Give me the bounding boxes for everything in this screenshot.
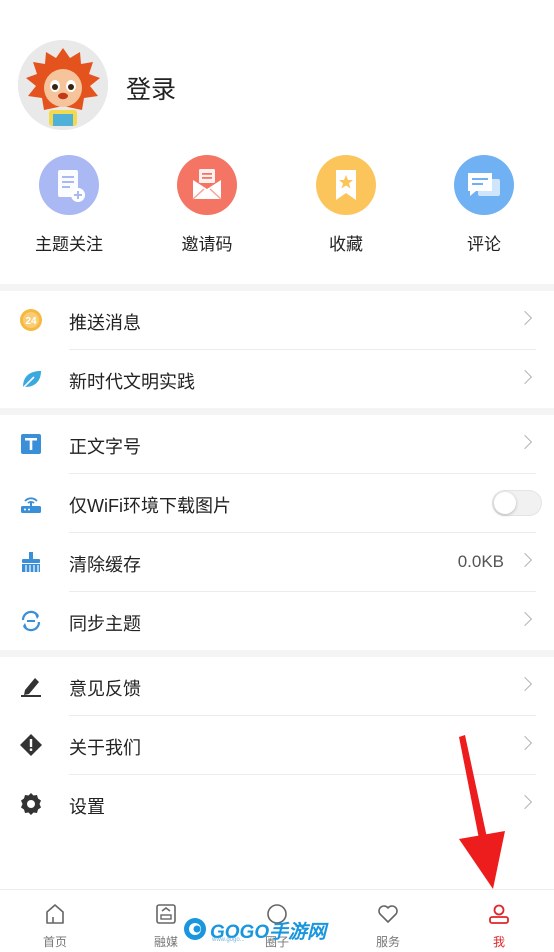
quick-action-label: 主题关注	[35, 235, 103, 254]
tab-services[interactable]: 服务	[333, 890, 443, 952]
heart-icon	[378, 905, 398, 923]
settings-row-wifi-images: 仅WiFi环境下载图片	[0, 474, 554, 533]
quick-action-favorites[interactable]: 收藏	[286, 155, 406, 255]
router-icon	[19, 491, 43, 515]
row-label: 关于我们	[69, 738, 141, 758]
section-divider	[0, 650, 554, 657]
bookmark-icon	[316, 155, 376, 215]
settings-row-feedback[interactable]: 意见反馈	[0, 657, 554, 716]
document-add-icon	[39, 155, 99, 215]
watermark-subtext: www.gogo...	[212, 937, 245, 943]
tab-me[interactable]: 我	[444, 890, 554, 952]
quick-actions: 主题关注 邀请码 收藏 评论	[0, 155, 554, 265]
settings-row-sync-theme[interactable]: 同步主题	[0, 592, 554, 651]
chevron-right-icon	[517, 369, 533, 385]
envelope-icon	[177, 155, 237, 215]
chevron-right-icon	[517, 552, 533, 568]
sync-icon	[19, 609, 43, 633]
quick-action-label: 邀请码	[181, 235, 233, 254]
row-label: 正文字号	[69, 437, 141, 457]
quick-action-topic-follow[interactable]: 主题关注	[9, 155, 129, 255]
row-label: 推送消息	[69, 313, 141, 333]
watermark-logo-icon	[184, 918, 206, 940]
section-divider	[0, 408, 554, 415]
svg-text:24: 24	[25, 316, 37, 327]
profile-header: 登录	[0, 0, 554, 140]
quick-action-label: 收藏	[329, 235, 363, 254]
leaf-icon	[19, 367, 43, 391]
lion-mascot-icon	[18, 40, 108, 130]
row-label: 新时代文明实践	[69, 372, 195, 392]
pencil-icon	[19, 674, 43, 698]
chevron-right-icon	[517, 434, 533, 450]
watermark: GOGO手游网 www.gogo...	[182, 916, 326, 944]
tab-label: 服务	[375, 935, 400, 949]
annotation-arrow-icon	[459, 735, 505, 889]
avatar[interactable]	[18, 40, 108, 130]
settings-row-clear-cache[interactable]: 清除缓存 0.0KB	[0, 533, 554, 592]
settings-row-civilization[interactable]: 新时代文明实践	[0, 350, 554, 409]
quick-action-label: 评论	[467, 235, 501, 254]
quick-action-comments[interactable]: 评论	[424, 155, 544, 255]
chevron-right-icon	[517, 611, 533, 627]
chevron-right-icon	[517, 794, 533, 810]
row-label: 设置	[69, 797, 105, 817]
settings-row-font-size[interactable]: 正文字号	[0, 415, 554, 474]
chevron-right-icon	[517, 310, 533, 326]
section-divider	[0, 284, 554, 291]
toggle-knob	[494, 492, 516, 514]
quick-action-invite-code[interactable]: 邀请码	[147, 155, 267, 255]
clock-24-icon: 24	[19, 308, 43, 332]
info-diamond-icon	[19, 733, 43, 757]
chevron-right-icon	[517, 676, 533, 692]
settings-row-push-messages[interactable]: 24 推送消息	[0, 291, 554, 350]
gear-icon	[19, 792, 43, 816]
tab-home[interactable]: 首页	[0, 890, 110, 952]
row-label: 同步主题	[69, 614, 141, 634]
row-label: 仅WiFi环境下载图片	[69, 496, 231, 516]
user-icon	[489, 904, 509, 924]
row-label: 意见反馈	[69, 679, 141, 699]
cache-size-value: 0.0KB	[457, 552, 504, 571]
tab-label: 我	[492, 935, 505, 949]
chevron-right-icon	[517, 735, 533, 751]
text-t-icon	[19, 432, 43, 456]
wifi-images-toggle[interactable]	[492, 490, 542, 516]
media-icon	[156, 904, 176, 924]
chat-icon	[454, 155, 514, 215]
login-link[interactable]: 登录	[126, 70, 176, 106]
broom-icon	[19, 550, 43, 574]
tab-label: 首页	[42, 935, 67, 949]
row-label: 清除缓存	[69, 555, 141, 575]
home-icon	[46, 904, 64, 924]
